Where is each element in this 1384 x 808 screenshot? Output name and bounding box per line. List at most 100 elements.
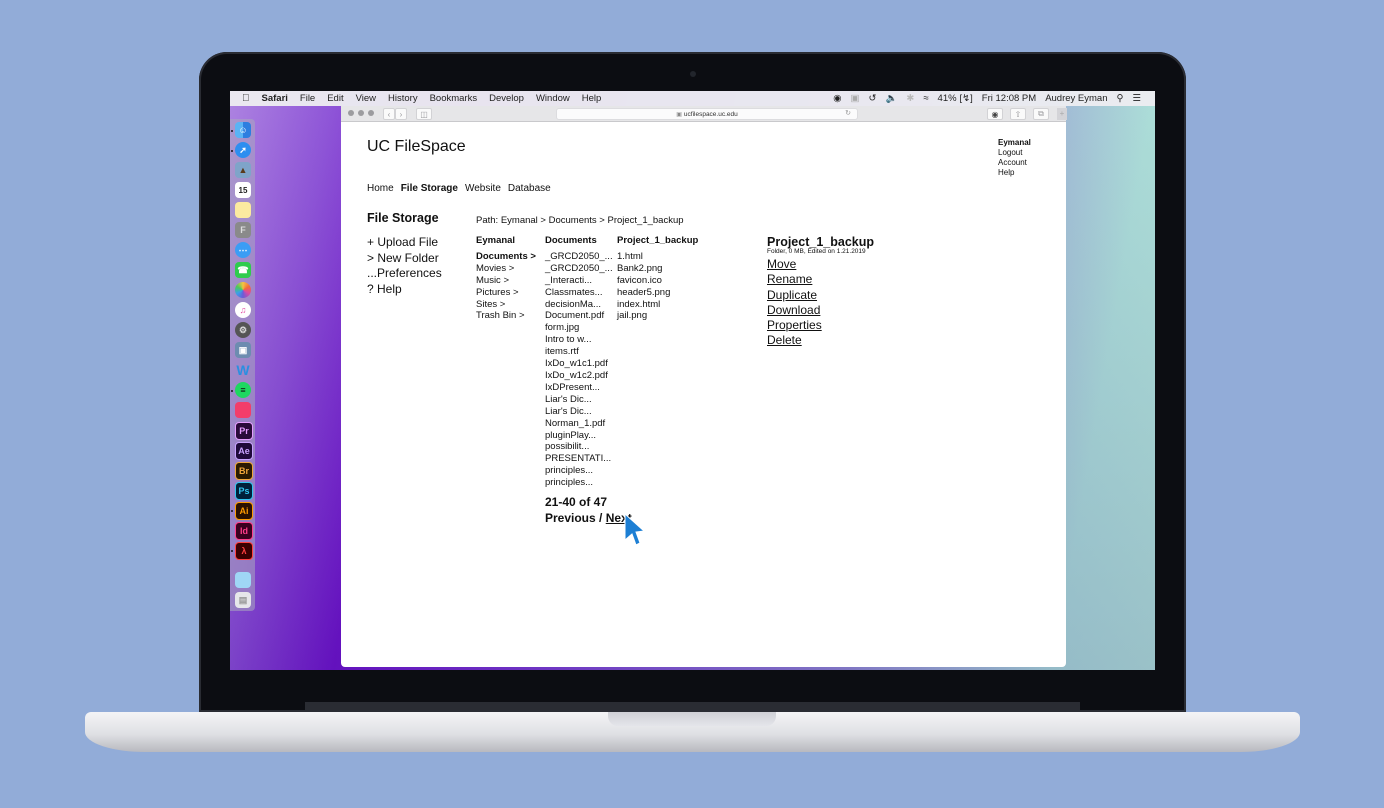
spotify-icon[interactable]: ≡ (235, 382, 251, 398)
nav-website[interactable]: Website (465, 183, 501, 194)
creative-cloud-icon[interactable]: ◉ (833, 93, 841, 104)
itunes-icon[interactable]: ♫ (235, 302, 251, 318)
file-item[interactable]: decisionMa... (545, 299, 613, 311)
image-capture-icon[interactable]: ▣ (235, 342, 251, 358)
volume-icon[interactable]: 🔈 (886, 93, 898, 104)
calendar-icon[interactable]: 15 (235, 182, 251, 198)
previous-page-link[interactable]: Previous (545, 511, 596, 525)
word-icon[interactable]: W (235, 362, 251, 378)
site-title[interactable]: UC FileSpace (367, 138, 466, 156)
sidebar-button[interactable]: ◫ (416, 108, 432, 120)
safari-icon[interactable]: ➚ (235, 142, 251, 158)
forward-button[interactable]: › (395, 108, 407, 120)
file-item[interactable]: principles... (545, 477, 613, 489)
close-window-button[interactable] (348, 110, 354, 116)
font-book-icon[interactable]: F (235, 222, 251, 238)
screens-icon[interactable] (235, 402, 251, 418)
nav-home[interactable]: Home (367, 183, 394, 194)
file-item[interactable]: _Interacti... (545, 275, 613, 287)
file-item[interactable]: _GRCD2050_... (545, 263, 613, 275)
premiere-icon[interactable]: Pr (235, 422, 253, 440)
duplicate-link[interactable]: Duplicate (767, 288, 874, 303)
illustrator-icon[interactable]: Ai (235, 502, 253, 520)
file-item[interactable]: Liar's Dic... (545, 406, 613, 418)
apple-menu-icon[interactable]:  (230, 93, 256, 104)
file-item[interactable]: IxDo_w1c1.pdf (545, 358, 613, 370)
share-button[interactable]: ⇧ (1010, 108, 1026, 120)
file-item[interactable]: jail.png (617, 310, 698, 322)
file-item[interactable]: Intro to w... (545, 334, 613, 346)
back-button[interactable]: ‹ (383, 108, 395, 120)
time-machine-icon[interactable]: ↺ (869, 93, 877, 104)
downloads-button[interactable]: ◉ (987, 108, 1003, 120)
wifi-icon[interactable]: ≈ (923, 93, 928, 104)
file-item[interactable]: Bank2.png (617, 263, 698, 275)
photoshop-icon[interactable]: Ps (235, 482, 253, 500)
finder-icon[interactable]: ☺ (235, 122, 251, 138)
file-item[interactable]: items.rtf (545, 346, 613, 358)
battery-icon[interactable]: [↯] (960, 93, 973, 104)
logout-link[interactable]: Logout (998, 148, 1031, 158)
facetime-icon[interactable]: ☎ (235, 262, 251, 278)
bluetooth-icon[interactable]: ✱ (906, 93, 914, 104)
account-link[interactable]: Account (998, 158, 1031, 168)
indesign-icon[interactable]: Id (235, 522, 253, 540)
reload-icon[interactable]: ↻ (845, 109, 851, 117)
menu-window[interactable]: Window (530, 93, 576, 104)
notes-icon[interactable] (235, 202, 251, 218)
menu-edit[interactable]: Edit (321, 93, 349, 104)
zoom-window-button[interactable] (368, 110, 374, 116)
new-folder-button[interactable]: > New Folder (367, 251, 442, 267)
minimize-window-button[interactable] (358, 110, 364, 116)
folder-item-movies[interactable]: Movies > (476, 263, 536, 275)
menu-file[interactable]: File (294, 93, 321, 104)
spotlight-icon[interactable]: ⚲ (1117, 93, 1124, 104)
file-item[interactable]: IxDPresent... (545, 382, 613, 394)
menu-view[interactable]: View (350, 93, 382, 104)
user-name[interactable]: Audrey Eyman (1045, 93, 1107, 104)
file-item[interactable]: PRESENTATI... (545, 453, 613, 465)
address-bar[interactable]: ▣ ucfilespace.uc.edu ↻ (556, 108, 858, 120)
menu-app-name[interactable]: Safari (256, 93, 294, 104)
new-tab-button[interactable]: + (1057, 108, 1067, 120)
file-item[interactable]: header5.png (617, 287, 698, 299)
help-button[interactable]: ? Help (367, 282, 442, 298)
file-item[interactable]: pluginPlay... (545, 430, 613, 442)
nav-file-storage[interactable]: File Storage (401, 183, 458, 194)
nav-database[interactable]: Database (508, 183, 551, 194)
clock[interactable]: Fri 12:08 PM (982, 93, 1036, 104)
file-item[interactable]: favicon.ico (617, 275, 698, 287)
bridge-icon[interactable]: Br (235, 462, 253, 480)
file-item[interactable]: _GRCD2050_... (545, 251, 613, 263)
menu-bookmarks[interactable]: Bookmarks (424, 93, 484, 104)
menu-help[interactable]: Help (576, 93, 608, 104)
menu-develop[interactable]: Develop (483, 93, 530, 104)
move-link[interactable]: Move (767, 257, 874, 272)
properties-link[interactable]: Properties (767, 318, 874, 333)
folder-item-trash-bin[interactable]: Trash Bin > (476, 310, 536, 322)
trash-icon[interactable]: ▤ (235, 592, 251, 608)
file-item[interactable]: form.jpg (545, 322, 613, 334)
after-effects-icon[interactable]: Ae (235, 442, 253, 460)
acrobat-icon[interactable]: λ (235, 542, 253, 560)
help-link[interactable]: Help (998, 168, 1031, 178)
rename-link[interactable]: Rename (767, 272, 874, 287)
preview-icon[interactable]: ▲ (235, 162, 251, 178)
folder-item-sites[interactable]: Sites > (476, 299, 536, 311)
folder-item-pictures[interactable]: Pictures > (476, 287, 536, 299)
upload-file-button[interactable]: + Upload File (367, 235, 442, 251)
system-preferences-icon[interactable]: ⚙ (235, 322, 251, 338)
folder-item-documents[interactable]: Documents > (476, 251, 536, 263)
file-item[interactable]: Norman_1.pdf (545, 418, 613, 430)
downloads-folder-icon[interactable] (235, 572, 251, 588)
preferences-button[interactable]: ...Preferences (367, 266, 442, 282)
messages-icon[interactable]: ⋯ (235, 242, 251, 258)
notification-center-icon[interactable]: ☰ (1132, 93, 1141, 104)
file-item[interactable]: index.html (617, 299, 698, 311)
delete-link[interactable]: Delete (767, 333, 874, 348)
download-link[interactable]: Download (767, 303, 874, 318)
file-item[interactable]: Document.pdf (545, 310, 613, 322)
photos-icon[interactable] (235, 282, 251, 298)
lock-status-icon[interactable]: ▣ (851, 93, 860, 104)
folder-item-music[interactable]: Music > (476, 275, 536, 287)
